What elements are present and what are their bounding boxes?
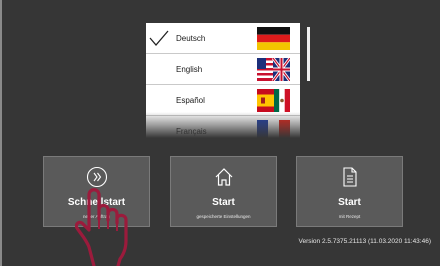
tile-title: Start <box>338 197 361 208</box>
france-flag-icon <box>257 120 290 138</box>
language-item-deutsch[interactable]: Deutsch <box>146 23 300 54</box>
language-item-espanol[interactable]: Español <box>146 85 300 116</box>
language-item-english[interactable]: English <box>146 54 300 85</box>
home-icon <box>215 168 232 186</box>
start-saved-settings-button[interactable]: Start gespeicherte Einstellungen <box>170 156 277 227</box>
tile-subtitle: gespeicherte Einstellungen <box>196 214 251 219</box>
start-with-recipe-button[interactable]: Start mit Rezept <box>296 156 403 227</box>
tile-subtitle: mit Rezept <box>338 214 361 219</box>
language-item-francais[interactable]: Français <box>146 116 300 138</box>
version-text: Version 2.5.7375.21113 (11.03.2020 11:43… <box>298 238 431 245</box>
language-label: Deutsch <box>176 34 206 43</box>
checkmark-icon <box>149 30 169 46</box>
window-edge <box>0 0 2 266</box>
language-list-scrollbar[interactable] <box>307 27 310 81</box>
uk-us-flag-icon <box>257 58 290 81</box>
language-list[interactable]: Deutsch English Español Français <box>146 23 300 138</box>
language-label: Français <box>176 127 207 136</box>
spain-mexico-flag-icon <box>257 89 290 112</box>
start-screen: Deutsch English Español Français Schnell… <box>0 0 440 266</box>
tile-title: Start <box>212 197 235 208</box>
pointing-hand-icon <box>75 188 128 266</box>
germany-flag-icon <box>257 27 290 50</box>
document-icon <box>342 167 357 187</box>
language-label: Español <box>176 96 205 105</box>
language-label: English <box>176 65 203 74</box>
